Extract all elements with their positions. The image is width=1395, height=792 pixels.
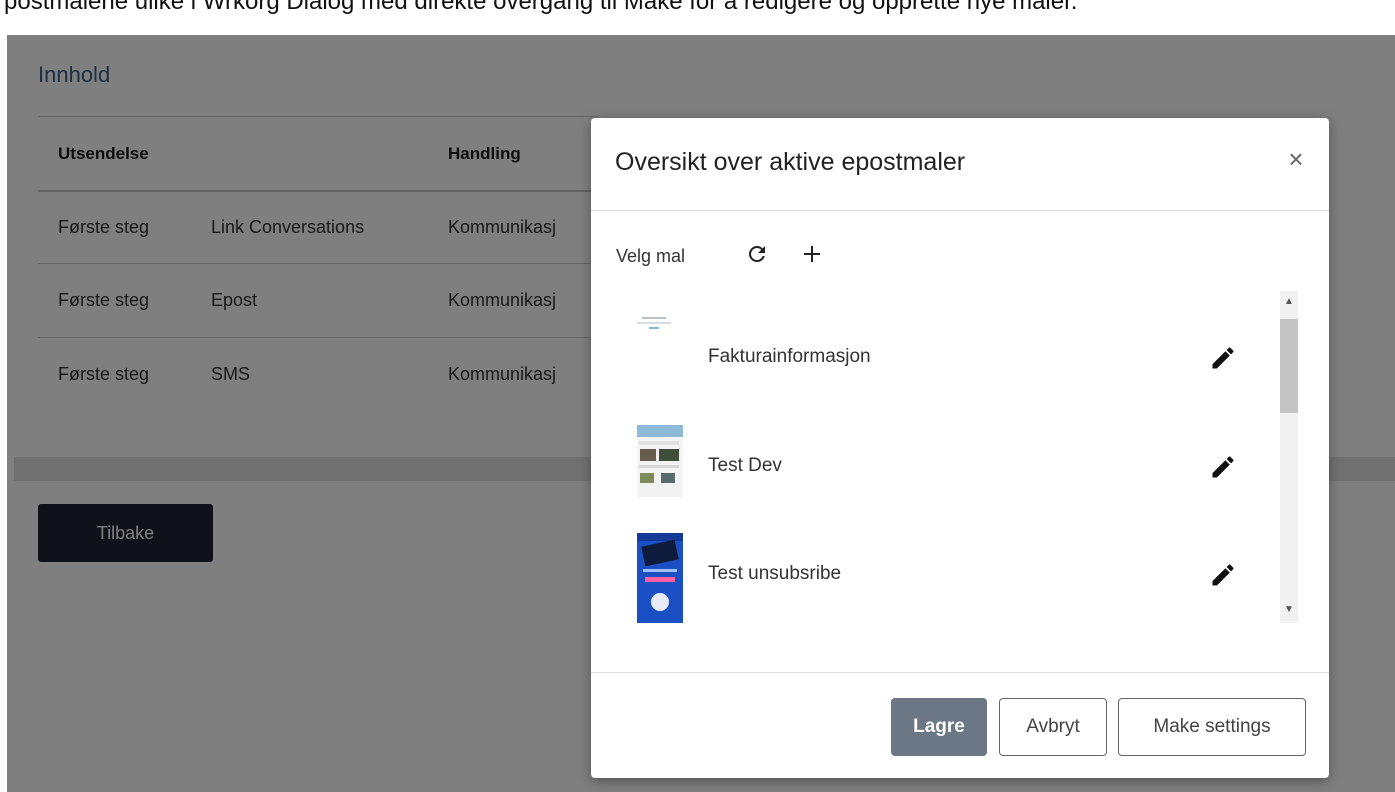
template-list[interactable]: Fakturainformasjon Test Dev Test unsubsr… [627, 291, 1307, 623]
list-scrollbar[interactable]: ▲ ▼ [1280, 291, 1298, 623]
pencil-icon[interactable] [1209, 561, 1237, 589]
scroll-down-icon[interactable]: ▼ [1280, 601, 1298, 619]
refresh-icon[interactable] [745, 242, 769, 266]
list-item[interactable]: Test unsubsribe [627, 507, 1277, 623]
close-icon[interactable]: × [1281, 144, 1311, 174]
scrollbar-thumb[interactable] [1280, 319, 1298, 413]
list-item[interactable]: Test Dev [627, 399, 1277, 503]
template-thumbnail [637, 425, 683, 497]
template-name: Test unsubsribe [708, 563, 842, 584]
document-caption: postmalene ulike i Wrkorg Dialog med dir… [4, 0, 1078, 15]
template-name: Test Dev [708, 455, 782, 476]
left-strip [0, 35, 7, 792]
footer-divider [591, 672, 1329, 673]
plus-icon[interactable] [800, 242, 824, 266]
template-dialog: Oversikt over aktive epostmaler × Velg m… [591, 118, 1329, 778]
list-item[interactable]: Fakturainformasjon [627, 291, 1277, 395]
template-thumbnail [637, 533, 683, 623]
template-thumbnail [637, 317, 683, 377]
header-divider [591, 210, 1329, 211]
scroll-up-icon[interactable]: ▲ [1280, 293, 1298, 311]
save-button[interactable]: Lagre [891, 698, 987, 756]
cancel-button[interactable]: Avbryt [999, 698, 1107, 756]
dialog-title: Oversikt over aktive epostmaler [615, 148, 966, 176]
select-template-label: Velg mal [616, 246, 686, 266]
make-settings-button[interactable]: Make settings [1118, 698, 1306, 756]
pencil-icon[interactable] [1209, 344, 1237, 372]
pencil-icon[interactable] [1209, 453, 1237, 481]
template-name: Fakturainformasjon [708, 346, 871, 367]
